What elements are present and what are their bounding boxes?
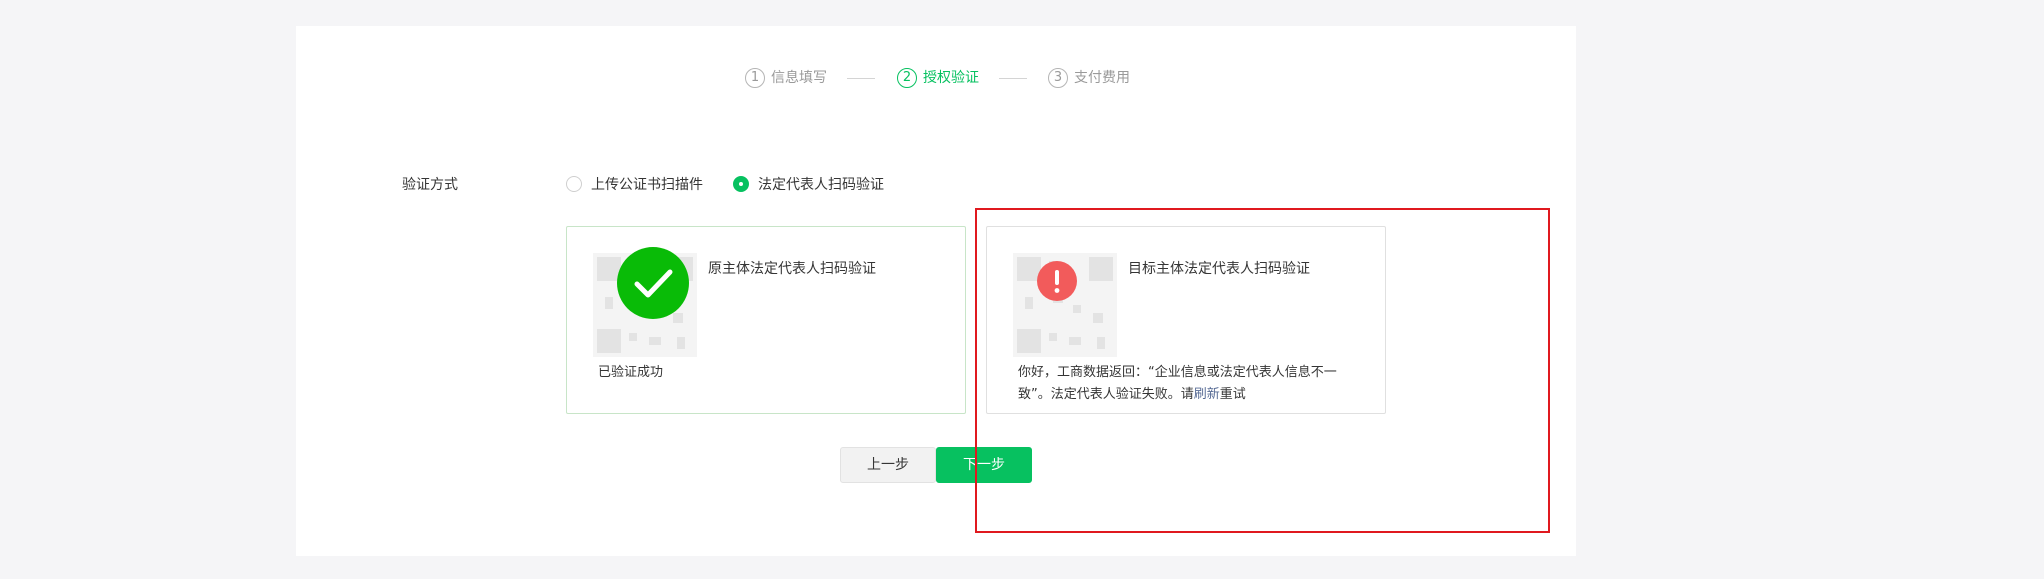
step-2-label: 授权验证 xyxy=(923,70,979,86)
source-card-title: 原主体法定代表人扫码验证 xyxy=(708,261,876,277)
step-1-label: 信息填写 xyxy=(771,70,827,86)
error-message-text: 致”。法定代表人验证失败。请 xyxy=(1018,387,1194,402)
refresh-link[interactable]: 刷新 xyxy=(1194,387,1220,402)
step-2-number: 2 xyxy=(897,68,917,88)
source-verification-card: 原主体法定代表人扫码验证 已验证成功 xyxy=(566,226,966,414)
next-step-button[interactable]: 下一步 xyxy=(936,447,1032,483)
step-divider xyxy=(847,78,875,79)
step-3-label: 支付费用 xyxy=(1074,70,1130,86)
main-card: 1 信息填写 2 授权验证 3 支付费用 验证方式 上传公证书扫描件 法定代表人… xyxy=(296,26,1576,556)
verification-method-label: 验证方式 xyxy=(402,177,458,193)
target-card-error-message: 你好，工商数据返回：“企业信息或法定代表人信息不一 致”。法定代表人验证失败。请… xyxy=(1018,362,1378,406)
target-verification-card: 目标主体法定代表人扫码验证 你好，工商数据返回：“企业信息或法定代表人信息不一 … xyxy=(986,226,1386,414)
radio-notarized-upload[interactable] xyxy=(566,176,582,192)
step-3-number: 3 xyxy=(1048,68,1068,88)
step-divider xyxy=(999,78,1027,79)
prev-step-button[interactable]: 上一步 xyxy=(840,447,936,483)
error-message-line-1: 你好，工商数据返回：“企业信息或法定代表人信息不一 xyxy=(1018,365,1337,380)
radio-notarized-upload-label[interactable]: 上传公证书扫描件 xyxy=(591,174,703,194)
error-message-line-2: 致”。法定代表人验证失败。请刷新重试 xyxy=(1018,384,1378,406)
radio-legal-rep-scan[interactable] xyxy=(733,176,749,192)
retry-text: 重试 xyxy=(1219,387,1246,402)
source-card-status: 已验证成功 xyxy=(598,365,664,380)
target-card-title: 目标主体法定代表人扫码验证 xyxy=(1128,261,1310,277)
error-exclamation-icon xyxy=(1037,261,1077,301)
step-1-number: 1 xyxy=(745,68,765,88)
success-check-icon xyxy=(617,247,689,319)
radio-legal-rep-scan-label[interactable]: 法定代表人扫码验证 xyxy=(758,174,884,194)
